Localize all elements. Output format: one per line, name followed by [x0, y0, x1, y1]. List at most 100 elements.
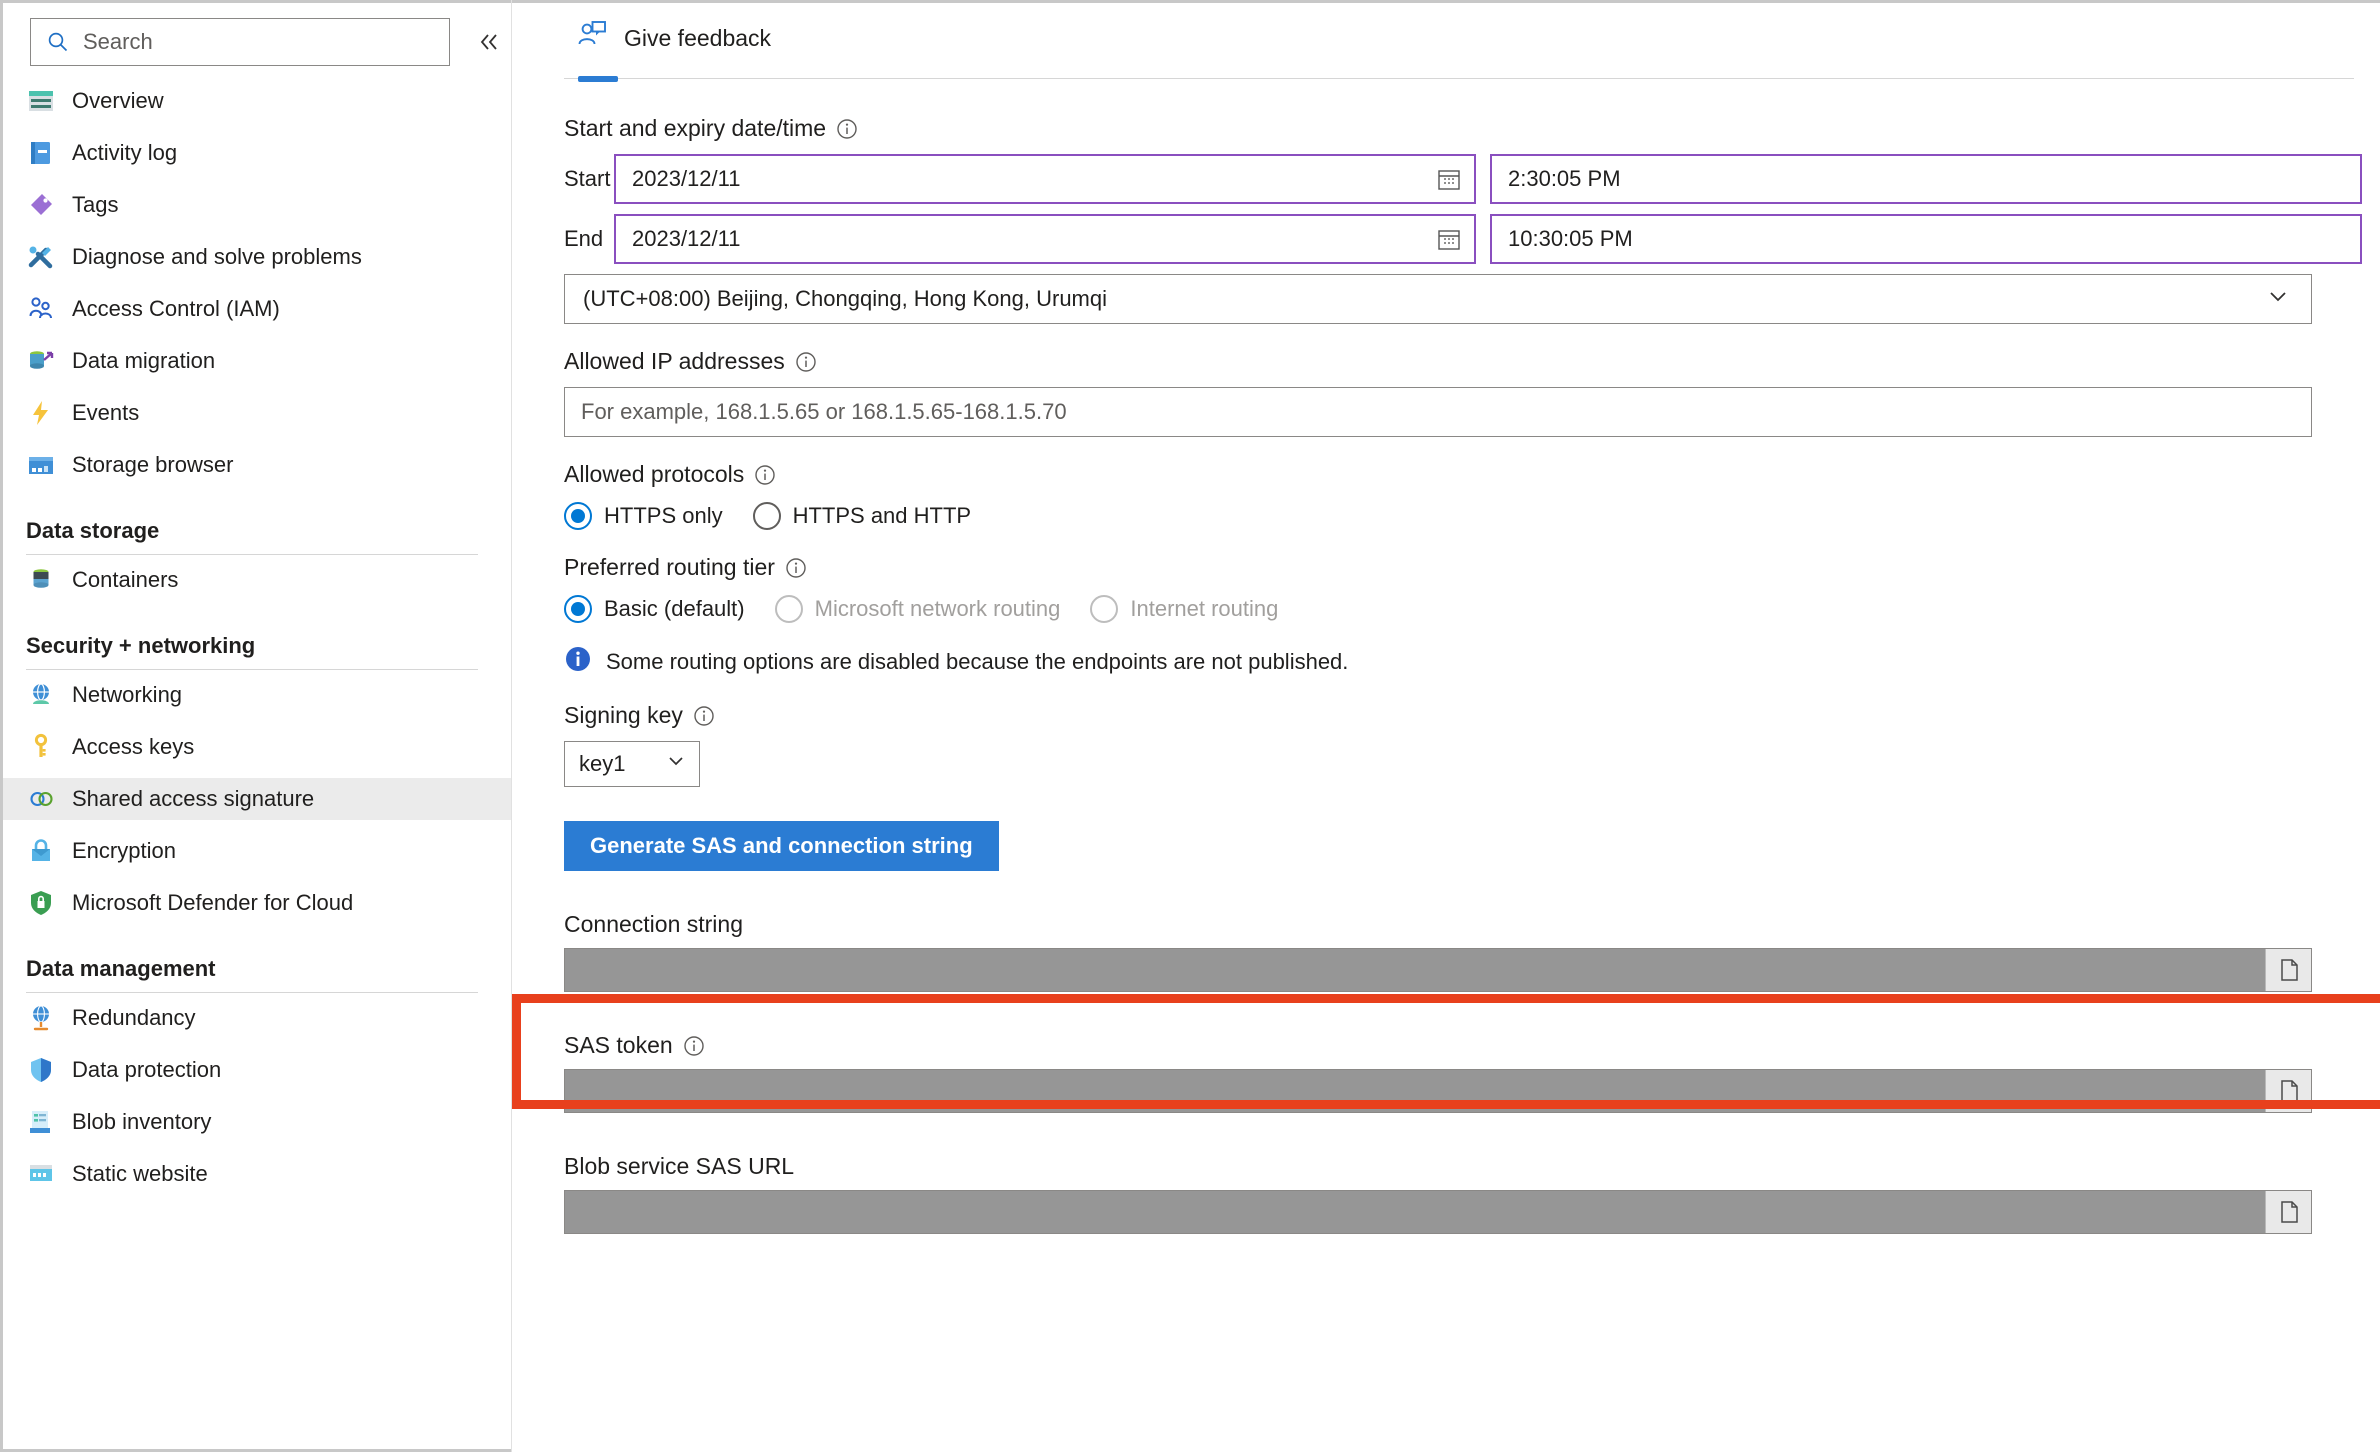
routing-tier-option-basic-default[interactable]: Basic (default) — [564, 595, 745, 623]
sidebar-item-access-control-iam[interactable]: Access Control (IAM) — [0, 288, 511, 330]
info-icon[interactable] — [836, 118, 858, 140]
sas-token-label: SAS token — [564, 1032, 673, 1059]
nav-spacer — [0, 601, 511, 611]
sidebar-item-events[interactable]: Events — [0, 392, 511, 434]
blob-inventory-icon — [26, 1107, 56, 1137]
access-control-icon — [26, 294, 56, 324]
sidebar-item-label: Static website — [72, 1161, 208, 1187]
start-date-input[interactable]: 2023/12/11 — [614, 154, 1476, 204]
blob-service-sas-url-label-row: Blob service SAS URL — [564, 1153, 2380, 1180]
datetime-section: Start and expiry date/time Start 2023/ — [564, 115, 2380, 324]
nav-spacer — [0, 924, 511, 934]
timezone-value: (UTC+08:00) Beijing, Chongqing, Hong Kon… — [583, 286, 1107, 312]
sidebar-item-microsoft-defender-for-cloud[interactable]: Microsoft Defender for Cloud — [0, 882, 511, 924]
timezone-select[interactable]: (UTC+08:00) Beijing, Chongqing, Hong Kon… — [564, 274, 2312, 324]
sidebar-item-diagnose-and-solve-problems[interactable]: Diagnose and solve problems — [0, 236, 511, 278]
signing-key-label-row: Signing key — [564, 702, 2380, 729]
tags-icon — [26, 190, 56, 220]
info-icon[interactable] — [795, 351, 817, 373]
search-input[interactable] — [81, 28, 421, 56]
collapse-sidebar-button[interactable] — [468, 21, 510, 63]
radio-button[interactable] — [564, 595, 592, 623]
redundancy-icon — [26, 1003, 56, 1033]
signing-key-select[interactable]: key1 — [564, 741, 700, 787]
sidebar-item-networking[interactable]: Networking — [0, 674, 511, 716]
copy-connection-string-button[interactable] — [2265, 949, 2311, 991]
sidebar-item-storage-browser[interactable]: Storage browser — [0, 444, 511, 486]
end-date-value: 2023/12/11 — [632, 226, 740, 252]
connection-string-label: Connection string — [564, 911, 743, 938]
sidebar-item-label: Blob inventory — [72, 1109, 211, 1135]
chevron-down-icon — [2265, 283, 2291, 315]
sidebar-item-overview[interactable]: Overview — [0, 80, 511, 122]
nav-spacer — [0, 434, 511, 444]
blob-service-sas-url-label: Blob service SAS URL — [564, 1153, 794, 1180]
radio-button[interactable] — [564, 502, 592, 530]
search-box[interactable] — [30, 18, 450, 66]
give-feedback-button[interactable]: Give feedback — [564, 10, 884, 66]
info-icon[interactable] — [785, 557, 807, 579]
sidebar-item-redundancy[interactable]: Redundancy — [0, 997, 511, 1039]
sidebar-search-row — [0, 0, 511, 80]
sidebar-item-label: Events — [72, 400, 139, 426]
data-migration-icon — [26, 346, 56, 376]
nav-group-divider — [26, 554, 478, 555]
main-top-border — [512, 0, 2380, 3]
info-icon[interactable] — [754, 464, 776, 486]
start-datetime-row: Start 2023/12/11 — [564, 154, 2380, 204]
nav-group: Data storageContainers — [0, 496, 511, 611]
info-icon[interactable] — [693, 705, 715, 727]
activity-log-icon — [26, 138, 56, 168]
blob-service-sas-url-input[interactable] — [564, 1190, 2312, 1234]
nav-spacer — [0, 174, 511, 184]
allowed-protocols-option-https-only[interactable]: HTTPS only — [564, 502, 723, 530]
info-icon[interactable] — [683, 1035, 705, 1057]
sidebar-item-access-keys[interactable]: Access keys — [0, 726, 511, 768]
chevron-double-left-icon — [476, 29, 502, 55]
start-time-input[interactable]: 2:30:05 PM — [1490, 154, 2362, 204]
sidebar-item-blob-inventory[interactable]: Blob inventory — [0, 1101, 511, 1143]
connection-string-section: Connection string — [564, 911, 2380, 992]
copy-blob-service-sas-url-button[interactable] — [2265, 1191, 2311, 1233]
defender-icon — [26, 888, 56, 918]
nav-spacer — [0, 486, 511, 496]
datetime-label-row: Start and expiry date/time — [564, 115, 2380, 142]
sidebar-item-data-migration[interactable]: Data migration — [0, 340, 511, 382]
sidebar-item-label: Access Control (IAM) — [72, 296, 280, 322]
nav-group-title: Security + networking — [26, 633, 511, 659]
info-filled-icon — [564, 645, 592, 678]
sidebar-item-label: Microsoft Defender for Cloud — [72, 890, 353, 916]
sidebar-item-containers[interactable]: Containers — [0, 559, 511, 601]
nav-group-list: Redundancy Data protection Blob inventory S… — [0, 997, 511, 1205]
sas-token-input[interactable] — [564, 1069, 2312, 1113]
main-content: Give feedback Start and expiry date/time — [512, 0, 2380, 1452]
generate-sas-button[interactable]: Generate SAS and connection string — [564, 821, 999, 871]
allowed-protocols-option-https-and-http[interactable]: HTTPS and HTTP — [753, 502, 971, 530]
copy-sas-token-button[interactable] — [2265, 1070, 2311, 1112]
sidebar-item-shared-access-signature[interactable]: Shared access signature — [0, 778, 511, 820]
sidebar-item-activity-log[interactable]: Activity log — [0, 132, 511, 174]
calendar-icon[interactable] — [1436, 166, 1462, 192]
allowed-protocols-section: Allowed protocols HTTPS onlyHTTPS and HT… — [564, 461, 2380, 530]
sidebar-item-label: Shared access signature — [72, 786, 314, 812]
sidebar-item-data-protection[interactable]: Data protection — [0, 1049, 511, 1091]
end-time-input[interactable]: 10:30:05 PM — [1490, 214, 2362, 264]
blob-service-sas-url-section: Blob service SAS URL — [564, 1153, 2380, 1234]
end-date-input[interactable]: 2023/12/11 — [614, 214, 1476, 264]
radio-button — [775, 595, 803, 623]
sidebar-item-label: Tags — [72, 192, 118, 218]
sidebar-item-static-website[interactable]: Static website — [0, 1153, 511, 1195]
routing-tier-label-row: Preferred routing tier — [564, 554, 2380, 581]
allowed-ip-input[interactable]: For example, 168.1.5.65 or 168.1.5.65-16… — [564, 387, 2312, 437]
radio-button[interactable] — [753, 502, 781, 530]
sas-outputs: Connection string SAS token Blob service… — [564, 911, 2380, 1234]
nav-group-divider — [26, 992, 478, 993]
sidebar-item-tags[interactable]: Tags — [0, 184, 511, 226]
sidebar-item-encryption[interactable]: Encryption — [0, 830, 511, 872]
connection-string-input[interactable] — [564, 948, 2312, 992]
signing-key-value: key1 — [579, 751, 625, 777]
calendar-icon[interactable] — [1436, 226, 1462, 252]
data-protection-icon — [26, 1055, 56, 1085]
connection-string-label-row: Connection string — [564, 911, 2380, 938]
diagnose-icon — [26, 242, 56, 272]
